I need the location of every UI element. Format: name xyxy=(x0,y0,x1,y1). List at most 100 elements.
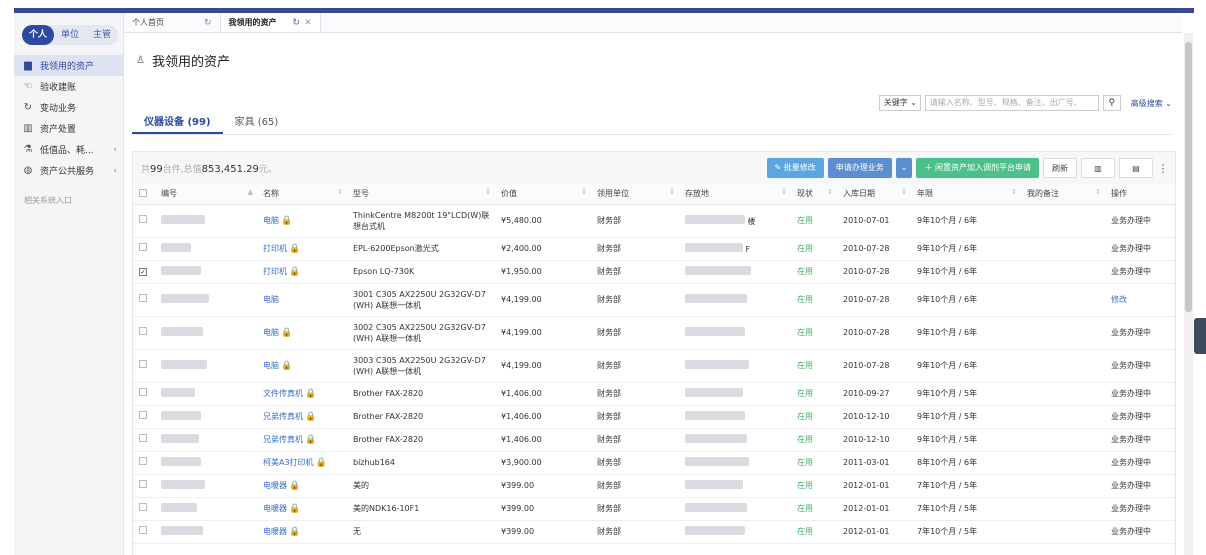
cell-name[interactable]: 电脑 xyxy=(257,283,347,317)
refresh-icon[interactable]: ↻ xyxy=(204,18,212,28)
cell-name[interactable]: 电暖器 🔒 xyxy=(257,474,347,498)
col-header-model[interactable]: 型号 ⇕ xyxy=(347,184,495,205)
table-row[interactable]: 电脑 🔒 ThinkCentre M8200t 19"LCD(W)联想台式机 ¥5,4… xyxy=(133,204,1175,238)
view-toggle-icon[interactable]: ▤ xyxy=(1119,158,1153,178)
cell-action[interactable]: 业务办理中 xyxy=(1105,497,1175,521)
row-action[interactable]: 业务办理中 xyxy=(1111,481,1151,490)
row-action[interactable]: 业务办理中 xyxy=(1111,216,1151,225)
row-checkbox[interactable] xyxy=(139,215,147,223)
row-checkbox[interactable] xyxy=(139,434,147,442)
role-tab-supervisor[interactable]: 主管 xyxy=(86,25,118,45)
column-toggle-icon[interactable]: ▥ xyxy=(1081,158,1115,178)
row-checkbox-cell[interactable] xyxy=(133,497,155,521)
row-action[interactable]: 修改 xyxy=(1111,295,1127,304)
row-checkbox[interactable] xyxy=(139,457,147,465)
cell-name[interactable]: 打印机 🔒 xyxy=(257,237,347,261)
table-row[interactable]: 文件传真机 🔒 Brother FAX-2820 ¥1,406.00 财务部 在用 201… xyxy=(133,382,1175,406)
row-checkbox-cell[interactable]: ✓ xyxy=(133,260,155,284)
advanced-search-link[interactable]: 高级搜索 ⌄ xyxy=(1131,98,1172,109)
col-header-value[interactable]: 价值 ⇕ xyxy=(495,184,591,205)
asset-name-link[interactable]: 兄弟传真机 xyxy=(263,435,303,444)
cell-action[interactable]: 业务办理中 xyxy=(1105,382,1175,406)
row-checkbox-cell[interactable] xyxy=(133,204,155,238)
cell-name[interactable]: 文件传真机 🔒 xyxy=(257,382,347,406)
row-action[interactable]: 业务办理中 xyxy=(1111,267,1151,276)
row-checkbox[interactable] xyxy=(139,294,147,302)
cell-name[interactable]: 电暖器 🔒 xyxy=(257,520,347,544)
row-checkbox-cell[interactable] xyxy=(133,451,155,475)
table-row[interactable]: 兄弟传真机 🔒 Brother FAX-2820 ¥1,406.00 财务部 在用 201… xyxy=(133,428,1175,452)
row-action[interactable]: 业务办理中 xyxy=(1111,458,1151,467)
row-checkbox-cell[interactable] xyxy=(133,520,155,544)
row-checkbox[interactable] xyxy=(139,526,147,534)
sidebar-item-3[interactable]: ▥ 资产处置 xyxy=(14,118,123,139)
col-header-note[interactable]: 我的备注 ⇕ xyxy=(1021,184,1105,205)
tab-instruments[interactable]: 仪器设备 (99) xyxy=(132,113,223,134)
more-options-icon[interactable]: ⋮ xyxy=(1157,162,1169,175)
asset-name-link[interactable]: 电脑 xyxy=(263,295,279,304)
asset-name-link[interactable]: 文件传真机 xyxy=(263,389,303,398)
asset-name-link[interactable]: 电脑 xyxy=(263,216,279,225)
row-checkbox[interactable] xyxy=(139,360,147,368)
sidebar-item-2[interactable]: ↻ 变动业务 xyxy=(14,97,123,118)
cell-action[interactable]: 业务办理中 xyxy=(1105,349,1175,383)
col-header-dept[interactable]: 领用单位 ⇕ xyxy=(591,184,679,205)
tab-furniture[interactable]: 家具 (65) xyxy=(223,113,291,134)
asset-name-link[interactable]: 电暖器 xyxy=(263,504,287,513)
role-tab-unit[interactable]: 单位 xyxy=(54,25,86,45)
row-action[interactable]: 业务办理中 xyxy=(1111,527,1151,536)
row-action[interactable]: 业务办理中 xyxy=(1111,389,1151,398)
row-checkbox-cell[interactable] xyxy=(133,237,155,261)
row-checkbox[interactable] xyxy=(139,503,147,511)
col-header-code[interactable]: 编号 ▲ xyxy=(155,184,257,205)
chevron-down-icon[interactable]: ⌄ xyxy=(895,158,913,178)
table-row[interactable]: 电暖器 🔒 美的NDK16-10F1 ¥399.00 财务部 在用 2012-01-01 7… xyxy=(133,497,1175,521)
tab-my-assets[interactable]: 我领用的资产 ↻ ✕ xyxy=(220,13,321,32)
related-systems-link[interactable]: 相关系统入口 xyxy=(24,195,123,206)
row-checkbox[interactable] xyxy=(139,243,147,251)
side-panel-handle[interactable] xyxy=(1194,318,1206,354)
row-checkbox-cell[interactable] xyxy=(133,428,155,452)
row-action[interactable]: 业务办理中 xyxy=(1111,412,1151,421)
search-input[interactable]: 请输入名称、型号、规格、备注、出厂号、 xyxy=(924,95,1099,111)
row-checkbox[interactable]: ✓ xyxy=(139,268,147,276)
sidebar-item-5[interactable]: ◍ 资产公共服务 ‹ xyxy=(14,160,123,181)
table-row[interactable]: 打印机 🔒 EPL-6200Epson激光式 ¥2,400.00 财务部 F 在用 2010… xyxy=(133,237,1175,261)
col-header-name[interactable]: 名称 ⇕ xyxy=(257,184,347,205)
refresh-icon[interactable]: ↻ xyxy=(293,18,301,28)
table-row[interactable]: 电暖器 🔒 美的 ¥399.00 财务部 在用 2012-01-01 7年10个月 / 5年… xyxy=(133,474,1175,498)
cell-name[interactable]: 电脑 🔒 xyxy=(257,316,347,350)
row-checkbox[interactable] xyxy=(139,327,147,335)
apply-business-button[interactable]: 申请办理业务 xyxy=(827,158,892,178)
row-action[interactable]: 业务办理中 xyxy=(1111,361,1151,370)
row-checkbox-cell[interactable] xyxy=(133,474,155,498)
row-checkbox[interactable] xyxy=(139,411,147,419)
scrollbar-thumb[interactable] xyxy=(1185,42,1192,312)
row-checkbox[interactable] xyxy=(139,388,147,396)
sidebar-item-0[interactable]: ▆ 我领用的资产 xyxy=(14,55,123,76)
cell-name[interactable]: 兄弟传真机 🔒 xyxy=(257,428,347,452)
table-row[interactable]: 柯美A3打印机 🔒 bizhub164 ¥3,900.00 财务部 在用 2011-03-… xyxy=(133,451,1175,475)
table-row[interactable]: 电暖器 🔒 无 ¥399.00 财务部 在用 2012-01-01 7年10个月 / 5年业… xyxy=(133,520,1175,544)
batch-edit-button[interactable]: ✎ 批量修改 xyxy=(766,158,824,178)
search-icon[interactable]: ⚲ xyxy=(1102,95,1121,111)
cell-action[interactable]: 修改 xyxy=(1105,283,1175,317)
asset-name-link[interactable]: 打印机 xyxy=(263,244,287,253)
cell-action[interactable]: 业务办理中 xyxy=(1105,520,1175,544)
cell-name[interactable]: 电脑 🔒 xyxy=(257,349,347,383)
asset-name-link[interactable]: 电暖器 xyxy=(263,527,287,536)
cell-action[interactable]: 业务办理中 xyxy=(1105,316,1175,350)
cell-name[interactable]: 打印机 🔒 xyxy=(257,260,347,284)
asset-name-link[interactable]: 电暖器 xyxy=(263,481,287,490)
table-row[interactable]: 电脑 🔒 3003 C305 AX2250U 2G32GV-D7 (WH) A联想一… xyxy=(133,349,1175,383)
cell-name[interactable]: 电脑 🔒 xyxy=(257,204,347,238)
role-tab-personal[interactable]: 个人 xyxy=(22,25,54,45)
col-header-date[interactable]: 入库日期 ⇕ xyxy=(837,184,911,205)
cell-action[interactable]: 业务办理中 xyxy=(1105,428,1175,452)
row-checkbox[interactable] xyxy=(139,480,147,488)
asset-name-link[interactable]: 打印机 xyxy=(263,267,287,276)
col-header-status[interactable]: 现状 ⇕ xyxy=(791,184,837,205)
col-header-location[interactable]: 存放地 ⇕ xyxy=(679,184,791,205)
cell-name[interactable]: 电暖器 🔒 xyxy=(257,497,347,521)
row-checkbox-cell[interactable] xyxy=(133,349,155,383)
